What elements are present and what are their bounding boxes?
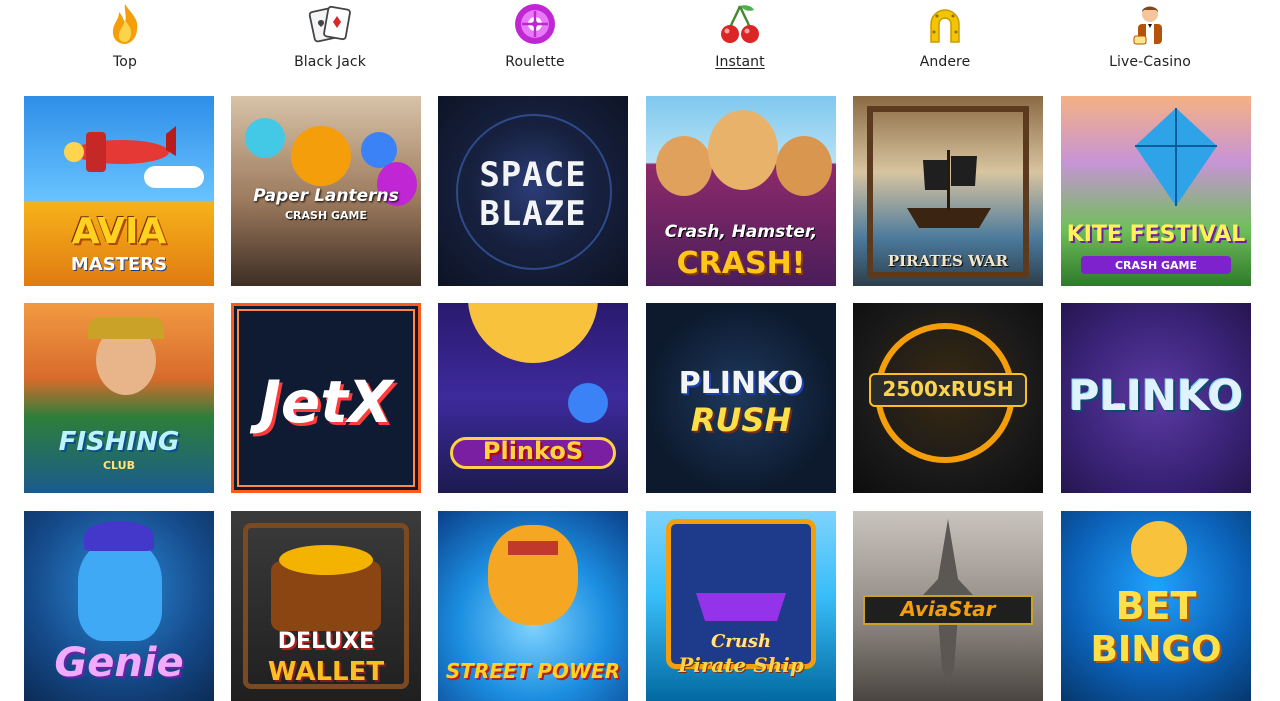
cherries-icon <box>718 2 762 46</box>
game-title: PlinkoS <box>482 437 584 465</box>
game-tile-pirates-war[interactable]: PIRATES WAR <box>853 96 1043 286</box>
nav-item-live-casino[interactable]: Live-Casino <box>1080 2 1220 74</box>
game-tile-paper-lanterns[interactable]: Paper Lanterns CRASH GAME <box>231 96 421 286</box>
game-tile-genie[interactable]: Genie <box>24 511 214 701</box>
turban-decoration <box>84 521 154 551</box>
plane-icon <box>64 126 176 172</box>
game-subtitle: Pirate Ship <box>678 653 804 677</box>
nav-label-top: Top <box>113 54 137 70</box>
game-subtitle: BLAZE <box>479 194 587 234</box>
game-subtitle: CLUB <box>102 459 135 472</box>
ship-icon <box>907 150 991 228</box>
planet-decoration <box>568 383 608 423</box>
game-tile-2500x-rush[interactable]: 2500xRUSH <box>853 303 1043 493</box>
nav-label-andere: Andere <box>919 54 971 70</box>
dealer-icon <box>1128 2 1172 46</box>
kite-icon <box>1135 108 1217 206</box>
game-title: BET <box>1115 584 1197 628</box>
game-tile-street-power[interactable]: STREET POWER <box>438 511 628 701</box>
game-title: AVIA <box>71 211 167 252</box>
game-title: PLINKO <box>1068 371 1244 420</box>
game-subtitle: CRASH GAME <box>284 209 368 222</box>
game-tile-crush-pirate-ship[interactable]: Crush Pirate Ship <box>646 511 836 701</box>
hamster-decoration <box>708 110 778 190</box>
horseshoe-icon <box>923 2 967 46</box>
game-title: AviaStar <box>900 597 996 621</box>
category-nav: Top Black Jack Roulette Instant Andere L… <box>0 0 1280 80</box>
roulette-icon <box>513 2 557 46</box>
nav-item-andere[interactable]: Andere <box>875 2 1015 74</box>
game-tile-fishing-club[interactable]: FISHING CLUB <box>24 303 214 493</box>
game-title: Crash, Hamster, <box>664 222 818 242</box>
headband-decoration <box>508 541 558 555</box>
nav-label-live-casino: Live-Casino <box>1109 54 1191 70</box>
lantern-decoration <box>245 118 285 158</box>
game-title: PIRATES WAR <box>887 252 1009 270</box>
flame-icon <box>103 2 147 46</box>
game-title: KITE FESTIVAL <box>1066 222 1246 247</box>
game-tile-space-blaze[interactable]: SPACE BLAZE <box>438 96 628 286</box>
game-subtitle: RUSH <box>690 401 792 439</box>
game-tile-kite-festival[interactable]: KITE FESTIVAL CRASH GAME <box>1061 96 1251 286</box>
game-tile-plinkos[interactable]: PlinkoS <box>438 303 628 493</box>
nav-item-black-jack[interactable]: Black Jack <box>260 2 400 74</box>
game-tile-aviastar[interactable]: AviaStar <box>853 511 1043 701</box>
nav-item-instant[interactable]: Instant <box>670 2 810 74</box>
fighter-decoration <box>488 525 578 625</box>
moon-decoration <box>468 303 598 363</box>
game-tile-deluxe-wallet[interactable]: DELUXE WALLET <box>231 511 421 701</box>
game-title: FISHING <box>58 427 180 457</box>
cap-decoration <box>88 317 164 339</box>
nav-label-black-jack: Black Jack <box>294 54 366 70</box>
playing-cards-icon <box>308 2 352 46</box>
game-subtitle: WALLET <box>267 657 385 687</box>
mascot-decoration <box>1131 521 1187 577</box>
game-title: Paper Lanterns <box>253 186 399 206</box>
game-title: JetX <box>259 368 393 436</box>
nav-label-instant: Instant <box>715 54 765 70</box>
game-title: DELUXE <box>277 629 375 654</box>
game-title: Crush <box>710 631 772 652</box>
hamster-decoration <box>776 136 832 196</box>
game-title: Genie <box>54 640 184 686</box>
game-subtitle: CRASH GAME <box>1114 259 1198 272</box>
game-subtitle: BINGO <box>1090 629 1222 670</box>
game-title: SPACE <box>479 155 587 195</box>
game-title: 2500xRUSH <box>882 377 1014 401</box>
game-tile-crash-hamster-crash[interactable]: Crash, Hamster, CRASH! <box>646 96 836 286</box>
hamster-decoration <box>656 136 712 196</box>
game-subtitle: CRASH! <box>676 246 806 281</box>
game-tile-plinko[interactable]: PLINKO <box>1061 303 1251 493</box>
game-subtitle: MASTERS <box>70 254 168 275</box>
game-title: PLINKO <box>678 366 804 401</box>
game-tile-avia-masters[interactable]: AVIA MASTERS <box>24 96 214 286</box>
nav-item-top[interactable]: Top <box>55 2 195 74</box>
game-tile-plinko-rush[interactable]: PLINKO RUSH <box>646 303 836 493</box>
game-title: STREET POWER <box>445 659 621 683</box>
nav-label-roulette: Roulette <box>505 54 565 70</box>
game-tile-bet-o-bingo[interactable]: BET BINGO <box>1061 511 1251 701</box>
nav-item-roulette[interactable]: Roulette <box>465 2 605 74</box>
game-tile-jetx[interactable]: JetX <box>231 303 421 493</box>
coins-decoration <box>279 545 373 575</box>
genie-decoration <box>78 541 162 641</box>
lantern-decoration <box>291 126 351 186</box>
